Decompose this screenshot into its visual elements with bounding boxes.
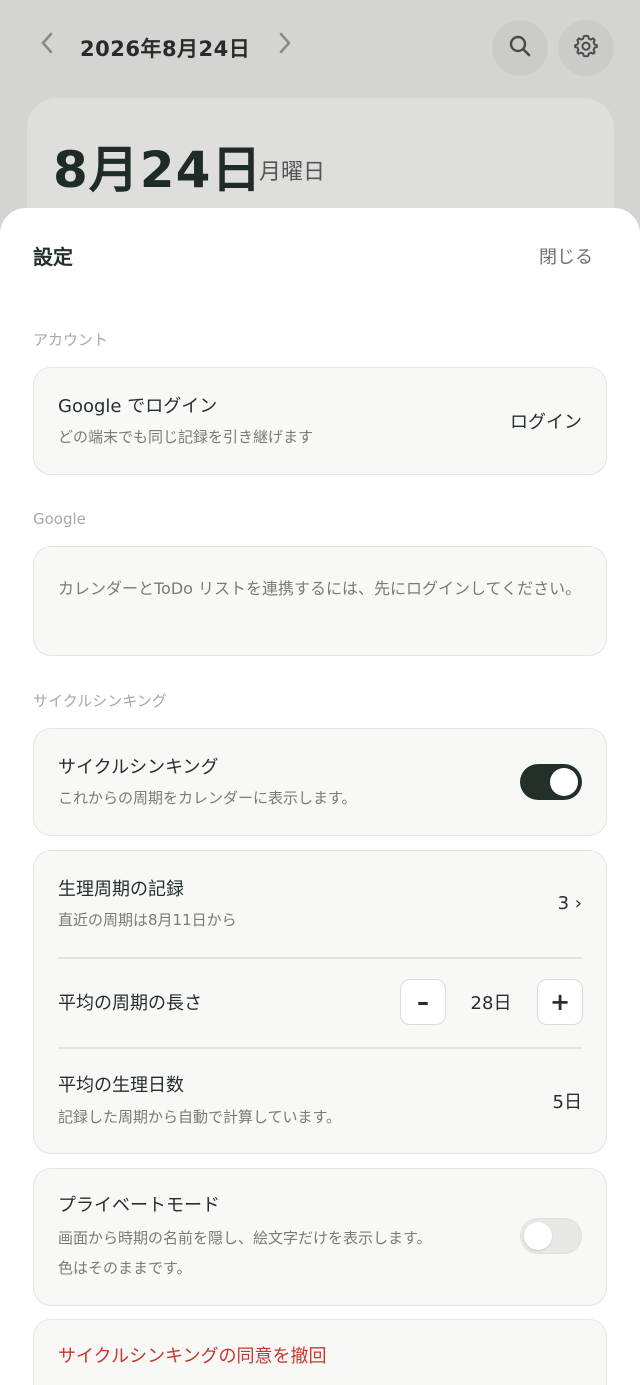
private-mode-subtitle-1: 画面から時期の名前を隠し、絵文字だけを表示します。 (58, 1229, 432, 1247)
private-mode-toggle[interactable] (520, 1218, 582, 1254)
cycle-details-card: 生理周期の記録 直近の周期は8月11日から 3 › 平均の周期の長さ – 28日… (33, 850, 607, 1154)
chevron-right-icon[interactable] (270, 30, 300, 64)
settings-button[interactable] (558, 20, 614, 76)
cycle-records-subtitle: 直近の周期は8月11日から (58, 911, 237, 929)
revoke-consent-button[interactable]: サイクルシンキングの同意を撤回 (58, 1342, 327, 1368)
search-button[interactable] (492, 20, 548, 76)
search-icon (508, 34, 532, 62)
section-label-account: アカウント (33, 331, 109, 349)
cycle-toggle-subtitle: これからの周期をカレンダーに表示します。 (58, 789, 357, 807)
cycle-toggle-card: サイクルシンキング これからの周期をカレンダーに表示します。 (33, 728, 607, 836)
toggle-knob (550, 768, 578, 796)
cycle-toggle-title: サイクルシンキング (58, 757, 219, 778)
google-card: カレンダーとToDo リストを連携するには、先にログインしてください。 (33, 546, 607, 656)
account-card: Google でログイン どの端末でも同じ記録を引き継げます ログイン (33, 367, 607, 475)
private-mode-subtitle-2: 色はそのままです。 (58, 1259, 192, 1277)
settings-title: 設定 (33, 245, 73, 269)
settings-sheet: 設定 閉じる アカウント Google でログイン どの端末でも同じ記録を引き継… (0, 208, 640, 1385)
cycle-sync-toggle[interactable] (520, 764, 582, 800)
toggle-knob (524, 1221, 552, 1250)
divider (58, 1047, 582, 1049)
google-login-title: Google でログイン (58, 396, 218, 417)
day-card-weekday: 月曜日 (259, 160, 326, 185)
avg-period-subtitle: 記録した周期から自動で計算しています。 (58, 1108, 342, 1126)
minus-icon: – (417, 988, 429, 1016)
avg-period-value: 5日 (552, 1092, 582, 1113)
decrease-cycle-button[interactable]: – (400, 979, 446, 1025)
google-login-subtitle: どの端末でも同じ記録を引き継げます (58, 428, 314, 446)
plus-icon: + (549, 988, 571, 1016)
close-button[interactable]: 閉じる (539, 243, 593, 269)
gear-icon (573, 33, 599, 63)
revoke-card[interactable]: サイクルシンキングの同意を撤回 (33, 1319, 607, 1385)
avg-cycle-value: 28日 (470, 993, 512, 1014)
section-label-google: Google (33, 510, 86, 528)
section-label-cycle: サイクルシンキング (33, 692, 167, 710)
header-date[interactable]: 2026年8月24日 (80, 33, 250, 63)
avg-period-title: 平均の生理日数 (58, 1075, 184, 1096)
increase-cycle-button[interactable]: + (537, 979, 583, 1025)
private-mode-card: プライベートモード 画面から時期の名前を隠し、絵文字だけを表示します。 色はその… (33, 1168, 607, 1306)
day-card-date: 8月24日 (53, 141, 263, 199)
divider (58, 957, 582, 959)
chevron-left-icon[interactable] (32, 30, 62, 64)
cycle-records-title: 生理周期の記録 (58, 879, 184, 900)
login-button[interactable]: ログイン (510, 408, 582, 434)
cycle-records-count[interactable]: 3 › (558, 893, 582, 914)
google-login-required-message: カレンダーとToDo リストを連携するには、先にログインしてください。 (58, 579, 582, 598)
private-mode-title: プライベートモード (58, 1195, 220, 1216)
app-header: 2026年8月24日 (0, 0, 640, 96)
avg-cycle-title: 平均の周期の長さ (58, 993, 202, 1014)
